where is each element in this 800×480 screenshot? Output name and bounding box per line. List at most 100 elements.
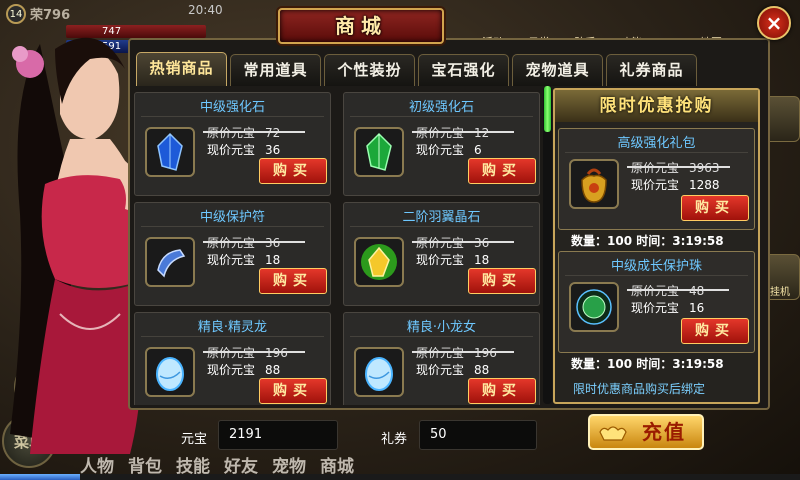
current-price: 现价元宝 1288 bbox=[631, 176, 720, 193]
current-price-value: 6 bbox=[474, 143, 482, 157]
coupon-balance: 50 bbox=[419, 420, 537, 450]
card-divider bbox=[141, 336, 324, 337]
strikethrough bbox=[203, 131, 306, 133]
tab-coupon[interactable]: 礼券商品 bbox=[606, 54, 697, 86]
coupon-label: 礼券 bbox=[381, 432, 408, 447]
current-price: 现价元宝 18 bbox=[207, 251, 295, 268]
yuanbao-label: 元宝 bbox=[181, 432, 208, 447]
strikethrough bbox=[627, 289, 730, 291]
current-price-label: 现价元宝 bbox=[207, 143, 256, 157]
original-price-value: 36 bbox=[265, 236, 281, 250]
gift-bag-icon[interactable] bbox=[569, 159, 619, 209]
original-price-label: 原价元宝 bbox=[207, 346, 256, 360]
limited-product-card: 中级成长保护珠 原价元宝 48 现价元宝 16 购买 bbox=[558, 251, 755, 353]
current-price: 现价元宝 6 bbox=[416, 141, 504, 158]
current-price: 现价元宝 88 bbox=[416, 361, 504, 378]
current-price-value: 1288 bbox=[689, 178, 720, 192]
buy-button[interactable]: 购买 bbox=[468, 268, 536, 294]
clock-time: 20:40 bbox=[188, 3, 223, 17]
tab-hot[interactable]: 热销商品 bbox=[136, 52, 227, 86]
recharge-button[interactable]: 充值 bbox=[588, 414, 704, 450]
card-divider bbox=[350, 226, 533, 227]
current-price-value: 88 bbox=[474, 363, 490, 377]
current-price-value: 36 bbox=[265, 143, 281, 157]
buy-button[interactable]: 购买 bbox=[468, 158, 536, 184]
strikethrough bbox=[203, 351, 306, 353]
shop-title: 商城 bbox=[335, 14, 387, 38]
strikethrough bbox=[627, 166, 730, 168]
buy-button[interactable]: 购买 bbox=[259, 158, 327, 184]
product-name: 二阶羽翼晶石 bbox=[402, 210, 481, 225]
xp-bar bbox=[0, 474, 800, 480]
close-icon: × bbox=[765, 11, 783, 35]
product-grid: 中级强化石 原价元宝 72 现价元宝 36 购买 初级强化石 原价元宝 12 现价元宝 6 购买 中级保… bbox=[133, 87, 541, 405]
original-price-value: 3963 bbox=[689, 161, 720, 175]
original-price: 原价元宝 72 bbox=[203, 124, 306, 141]
original-price-value: 196 bbox=[265, 346, 288, 360]
buy-button[interactable]: 购买 bbox=[681, 195, 749, 221]
product-card: 中级保护符 原价元宝 36 现价元宝 18 购买 bbox=[134, 202, 331, 306]
scroll-thumb[interactable] bbox=[544, 86, 551, 132]
card-divider bbox=[141, 226, 324, 227]
pet-egg-icon[interactable] bbox=[145, 347, 195, 397]
close-button[interactable]: × bbox=[757, 6, 791, 40]
original-price-label: 原价元宝 bbox=[416, 236, 465, 250]
limited-count-time: 数量：100 时间：3:19:58 bbox=[571, 234, 724, 248]
tab-common[interactable]: 常用道具 bbox=[230, 54, 321, 86]
original-price-label: 原价元宝 bbox=[631, 161, 680, 175]
limited-offer-note: 限时优惠商品购买后绑定 bbox=[573, 382, 706, 396]
original-price: 原价元宝 12 bbox=[412, 124, 515, 141]
current-price-label: 现价元宝 bbox=[416, 363, 465, 377]
product-scrollbar[interactable] bbox=[543, 86, 552, 404]
current-price: 现价元宝 36 bbox=[207, 141, 295, 158]
scroll-icon[interactable] bbox=[145, 237, 195, 287]
current-price: 现价元宝 16 bbox=[631, 299, 719, 316]
original-price-value: 72 bbox=[265, 126, 281, 140]
strikethrough bbox=[203, 241, 306, 243]
product-name: 中级强化石 bbox=[199, 100, 265, 115]
tab-style[interactable]: 个性装扮 bbox=[324, 54, 415, 86]
buy-button[interactable]: 购买 bbox=[259, 378, 327, 404]
product-name: 初级强化石 bbox=[408, 100, 474, 115]
limited-product-card: 高级强化礼包 原价元宝 3963 现价元宝 1288 购买 bbox=[558, 128, 755, 230]
blue-crystal-icon[interactable] bbox=[145, 127, 195, 177]
current-price: 现价元宝 18 bbox=[416, 251, 504, 268]
card-divider bbox=[141, 116, 324, 117]
current-price-value: 18 bbox=[265, 253, 281, 267]
buy-button[interactable]: 购买 bbox=[468, 378, 536, 404]
original-price: 原价元宝 36 bbox=[203, 234, 306, 251]
original-price: 原价元宝 3963 bbox=[627, 159, 730, 176]
current-price-label: 现价元宝 bbox=[207, 363, 256, 377]
product-card: 精良·精灵龙 原价元宝 196 现价元宝 88 购买 bbox=[134, 312, 331, 405]
current-price-label: 现价元宝 bbox=[631, 178, 680, 192]
product-card: 初级强化石原价元宝 12 现价元宝 6 购买 bbox=[343, 92, 540, 196]
original-price: 原价元宝 196 bbox=[412, 344, 515, 361]
current-price-label: 现价元宝 bbox=[207, 253, 256, 267]
gold-crystal-icon[interactable] bbox=[354, 237, 404, 287]
pet-egg-icon[interactable] bbox=[354, 347, 404, 397]
current-price-label: 现价元宝 bbox=[631, 301, 680, 315]
buy-button[interactable]: 购买 bbox=[259, 268, 327, 294]
green-crystal-icon[interactable] bbox=[354, 127, 404, 177]
current-price: 现价元宝 88 bbox=[207, 361, 295, 378]
limited-count-time: 数量：100 时间：3:19:58 bbox=[571, 357, 724, 371]
original-price-label: 原价元宝 bbox=[207, 236, 256, 250]
current-price-value: 18 bbox=[474, 253, 490, 267]
tab-gem[interactable]: 宝石强化 bbox=[418, 54, 509, 86]
original-price-label: 原价元宝 bbox=[416, 346, 465, 360]
limited-offer-panel: 限时优惠抢购 高级强化礼包 原价元宝 3963 现价元宝 1288 购买 数量：100 时间… bbox=[553, 88, 760, 404]
yuanbao-balance: 2191 bbox=[218, 420, 338, 450]
strikethrough bbox=[412, 131, 515, 133]
current-price-value: 16 bbox=[689, 301, 705, 315]
product-name: 精良·精灵龙 bbox=[197, 320, 268, 335]
original-price-value: 48 bbox=[689, 284, 705, 298]
green-orb-icon[interactable] bbox=[569, 282, 619, 332]
original-price: 原价元宝 36 bbox=[412, 234, 515, 251]
recharge-label: 充值 bbox=[642, 420, 686, 444]
buy-button[interactable]: 购买 bbox=[681, 318, 749, 344]
original-price-value: 36 bbox=[474, 236, 490, 250]
tab-pet[interactable]: 宠物道具 bbox=[512, 54, 603, 86]
limited-offer-title: 限时优惠抢购 bbox=[555, 90, 758, 122]
original-price-value: 12 bbox=[474, 126, 490, 140]
original-price: 原价元宝 196 bbox=[203, 344, 306, 361]
